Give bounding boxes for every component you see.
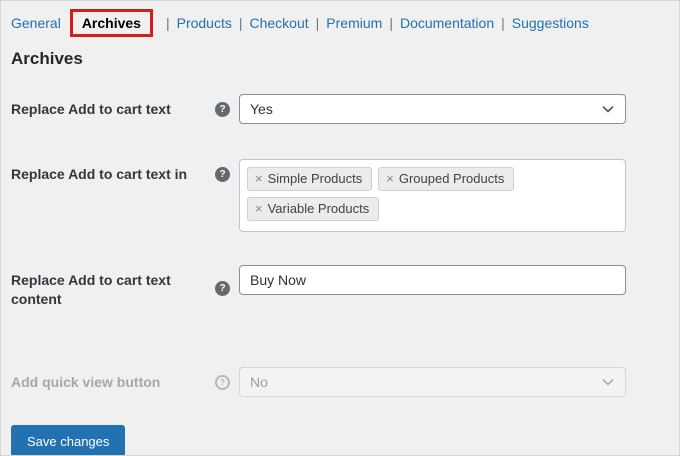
settings-page: General Archives | Products | Checkout |…	[0, 0, 680, 456]
select-value: No	[250, 374, 268, 390]
tag-variable-products: × Variable Products	[247, 197, 379, 221]
tab-separator: |	[501, 15, 505, 31]
tag-label: Grouped Products	[399, 171, 505, 186]
field-label: Add quick view button	[11, 367, 206, 392]
tag-label: Variable Products	[268, 201, 370, 216]
form-row-add-quick-view-button: Add quick view button ? No	[11, 367, 669, 397]
tab-separator: |	[389, 15, 393, 31]
save-changes-button[interactable]: Save changes	[11, 425, 125, 456]
field-label: Replace Add to cart text	[11, 94, 206, 119]
tab-products[interactable]: Products	[177, 15, 232, 31]
tab-archives[interactable]: Archives	[82, 15, 141, 31]
remove-tag-icon[interactable]: ×	[386, 171, 394, 186]
tab-separator: |	[166, 15, 170, 31]
product-types-multiselect[interactable]: × Simple Products × Grouped Products × V…	[239, 159, 626, 232]
tab-suggestions[interactable]: Suggestions	[512, 15, 589, 31]
chevron-down-icon	[600, 374, 616, 390]
tab-premium[interactable]: Premium	[326, 15, 382, 31]
select-value: Yes	[250, 101, 273, 117]
archives-tab-annotation-box: Archives	[70, 9, 153, 37]
tab-documentation[interactable]: Documentation	[400, 15, 494, 31]
tab-general[interactable]: General	[11, 15, 61, 31]
replace-add-to-cart-text-select[interactable]: Yes	[239, 94, 626, 124]
form-row-replace-add-to-cart-text-in: Replace Add to cart text in ? × Simple P…	[11, 159, 669, 232]
cart-text-content-input[interactable]	[239, 265, 626, 295]
tab-separator: |	[239, 15, 243, 31]
tab-separator: |	[316, 15, 320, 31]
form-actions: Save changes	[11, 425, 669, 456]
tag-grouped-products: × Grouped Products	[378, 167, 514, 191]
field-label: Replace Add to cart text in	[11, 159, 206, 184]
form-row-replace-add-to-cart-text: Replace Add to cart text ? Yes	[11, 94, 669, 124]
add-quick-view-select: No	[239, 367, 626, 397]
help-icon[interactable]: ?	[215, 375, 230, 390]
tag-simple-products: × Simple Products	[247, 167, 372, 191]
help-icon[interactable]: ?	[215, 102, 230, 117]
tab-checkout[interactable]: Checkout	[250, 15, 309, 31]
help-icon[interactable]: ?	[215, 281, 230, 296]
settings-tab-bar: General Archives | Products | Checkout |…	[1, 1, 679, 37]
help-icon[interactable]: ?	[215, 167, 230, 182]
page-title: Archives	[11, 49, 669, 69]
tag-label: Simple Products	[268, 171, 363, 186]
chevron-down-icon	[600, 101, 616, 117]
field-label: Replace Add to cart text content	[11, 265, 206, 309]
remove-tag-icon[interactable]: ×	[255, 201, 263, 216]
form-row-replace-add-to-cart-text-content: Replace Add to cart text content ?	[11, 265, 669, 309]
settings-form: Replace Add to cart text ? Yes Replace A…	[1, 94, 679, 397]
remove-tag-icon[interactable]: ×	[255, 171, 263, 186]
